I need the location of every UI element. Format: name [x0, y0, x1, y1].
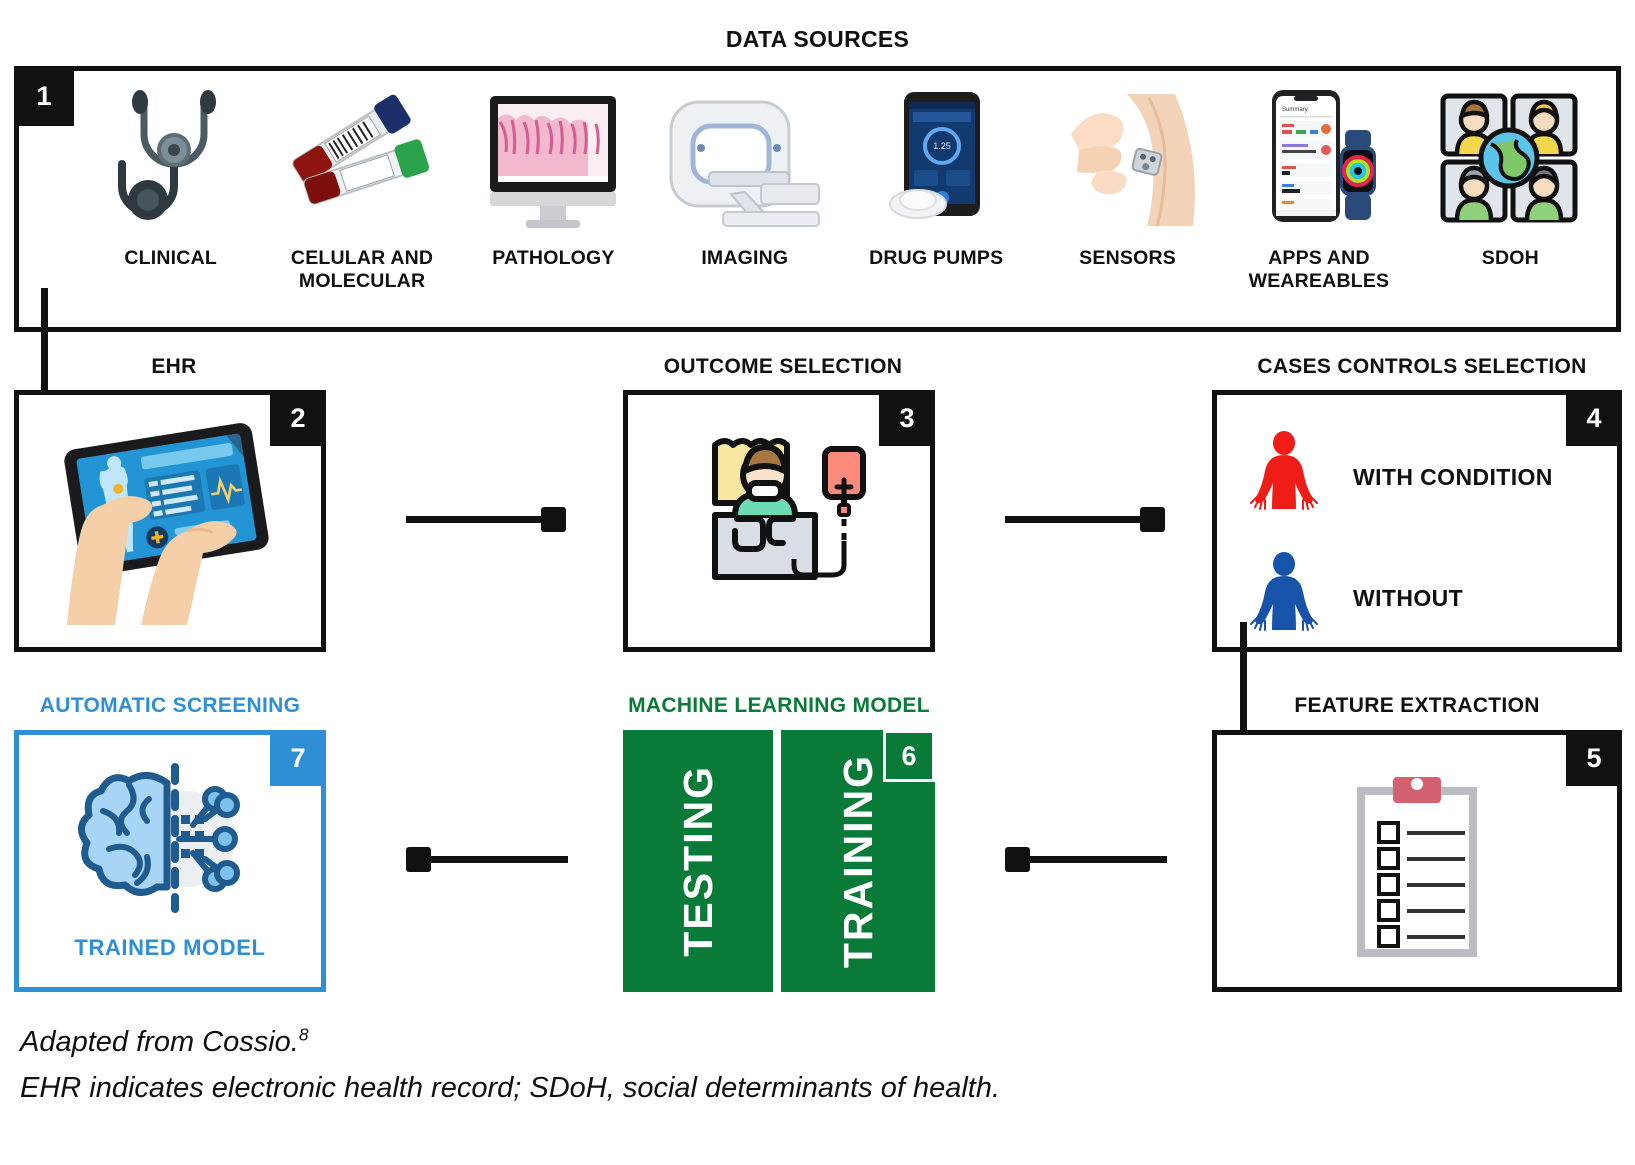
skin-sensor-icon	[1032, 83, 1223, 233]
data-source-label: PATHOLOGY	[492, 247, 615, 269]
caption-source-text: Adapted from Cossio.	[20, 1026, 299, 1058]
ml-cell-testing[interactable]: TESTING	[623, 730, 773, 992]
header-outcome-selection: OUTCOME SELECTION	[663, 355, 903, 378]
connector-feature-to-ml	[1017, 856, 1167, 863]
data-source-label: IMAGING	[701, 247, 789, 269]
outcome-selection-panel: 3	[623, 390, 935, 652]
machine-learning-panel: TESTING TRAINING 6	[623, 730, 935, 992]
data-source-label: SDOH	[1481, 247, 1539, 269]
data-source-label: APPS AND WEAREABLES	[1248, 247, 1390, 292]
monitor-histology-icon	[458, 83, 649, 233]
connector-endpoint	[541, 507, 566, 532]
person-red-icon	[1249, 431, 1319, 524]
cases-controls-panel: 4 WITH CONDITION WITHOUT	[1212, 390, 1622, 652]
data-source-label: DRUG PUMPS	[869, 247, 1004, 269]
data-source-item[interactable]: IMAGING	[649, 83, 840, 327]
data-source-item[interactable]: SDOH	[1415, 83, 1606, 327]
blood-tubes-icon	[266, 83, 457, 233]
badge-6: 6	[883, 730, 935, 782]
automatic-screening-panel: 7 TRAINED MODEL	[14, 730, 326, 992]
header-ehr: EHR	[151, 355, 197, 378]
connector-endpoint	[1140, 507, 1165, 532]
connector-ml-to-screening	[418, 856, 568, 863]
svg-text:Summary: Summary	[1282, 107, 1308, 113]
ct-scanner-icon	[649, 83, 840, 233]
cases-row-with-condition[interactable]: WITH CONDITION	[1249, 431, 1553, 524]
header-automatic-screening: AUTOMATIC SCREENING	[39, 694, 301, 717]
connector-ehr-to-outcome	[406, 516, 556, 523]
header-feature-extraction: FEATURE EXTRACTION	[1294, 694, 1540, 717]
cases-row-without[interactable]: WITHOUT	[1249, 552, 1553, 645]
cases-label-with-condition: WITH CONDITION	[1353, 464, 1553, 490]
diagram-canvas: DATA SOURCES 1 CLINICAL CELULAR AND MOLE…	[0, 0, 1635, 1165]
caption-line-2: EHR indicates electronic health record; …	[20, 1072, 1001, 1104]
connector-outcome-to-cases	[1005, 516, 1155, 523]
stethoscope-icon	[75, 83, 266, 233]
people-globe-icon	[1415, 83, 1606, 233]
ml-cell-training-label: TRAINING	[834, 753, 881, 969]
data-source-item[interactable]: SENSORS	[1032, 83, 1223, 327]
cases-label-without: WITHOUT	[1353, 585, 1464, 611]
data-source-item[interactable]: Summary APPS AND WEAREABLES	[1223, 83, 1414, 327]
phone-smartwatch-icon: Summary	[1223, 83, 1414, 233]
ml-cell-testing-label: TESTING	[674, 765, 721, 957]
data-source-item[interactable]: PATHOLOGY	[458, 83, 649, 327]
data-source-label: CLINICAL	[124, 247, 217, 269]
data-sources-panel: 1 CLINICAL CELULAR AND MOLECULAR PATHOLO…	[14, 66, 1621, 332]
data-source-label: CELULAR AND MOLECULAR	[290, 247, 434, 292]
header-cases-controls-selection: CASES CONTROLS SELECTION	[1257, 355, 1587, 378]
ai-brain-circuit-icon	[19, 753, 321, 923]
svg-text:1.25: 1.25	[933, 141, 951, 151]
header-machine-learning-model: MACHINE LEARNING MODEL	[628, 694, 930, 717]
page-title: DATA SOURCES	[725, 26, 910, 52]
data-sources-list: CLINICAL CELULAR AND MOLECULAR PATHOLOGY…	[19, 71, 1616, 327]
trained-model-label: TRAINED MODEL	[74, 935, 266, 960]
badge-4: 4	[1566, 390, 1622, 446]
data-source-label: SENSORS	[1079, 247, 1176, 269]
data-source-item[interactable]: CLINICAL	[75, 83, 266, 327]
tablet-hands-icon	[19, 413, 321, 629]
patient-bed-iv-icon	[628, 431, 930, 591]
ehr-panel: 2	[14, 390, 326, 652]
person-blue-icon	[1249, 552, 1319, 645]
clipboard-checklist-icon	[1217, 771, 1617, 961]
caption-footnote-marker: 8	[298, 1024, 309, 1045]
feature-extraction-panel: 5	[1212, 730, 1622, 992]
data-source-item[interactable]: CELULAR AND MOLECULAR	[266, 83, 457, 327]
data-source-item[interactable]: 1.25 DRUG PUMPS	[841, 83, 1032, 327]
insulin-pump-phone-icon: 1.25	[841, 83, 1032, 233]
caption-line-1: Adapted from Cossio.8	[20, 1022, 309, 1063]
